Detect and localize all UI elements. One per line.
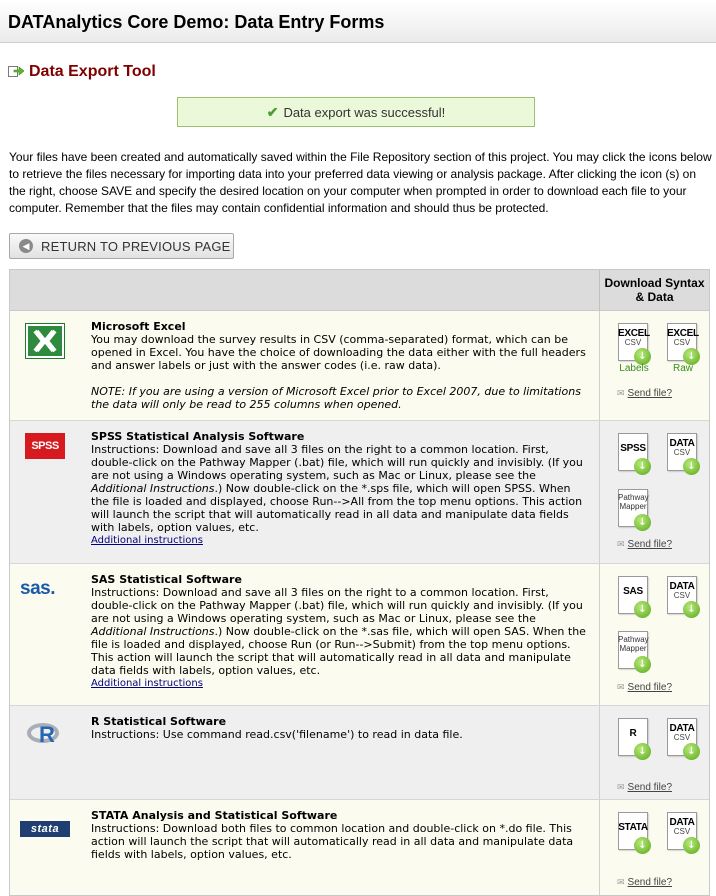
table-row-stata: stata STATA Analysis and Statistical Sof… — [10, 800, 709, 895]
success-message: ✔ Data export was successful! — [177, 97, 535, 127]
excel-logo-icon — [25, 323, 65, 359]
table-row-r: R R Statistical Software Instructions: U… — [10, 706, 709, 800]
send-file-label: Send file? — [627, 682, 673, 693]
file-icon-label: CSV — [673, 448, 691, 457]
download-arrow-icon: ↓ — [634, 458, 651, 475]
row-title: R Statistical Software — [91, 715, 227, 728]
file-icon-label: SAS — [623, 586, 643, 597]
row-description: Instructions: Download and save all 3 fi… — [91, 586, 591, 677]
page-title: DATAnalytics Core Demo: Data Entry Forms — [8, 12, 385, 32]
export-arrow-icon — [8, 66, 24, 77]
download-arrow-icon: ↓ — [634, 743, 651, 760]
download-header-label: Download Syntax & Data — [604, 276, 705, 304]
success-text: Data export was successful! — [283, 105, 446, 120]
back-arrow-icon: ◀ — [19, 239, 33, 253]
tool-title: Data Export Tool — [29, 63, 156, 80]
row-title: SPSS Statistical Analysis Software — [91, 430, 305, 443]
send-file-label: Send file? — [627, 539, 673, 550]
raw-caption: Raw — [672, 363, 693, 374]
table-row-sas: sas. SAS Statistical Software Instructio… — [10, 564, 709, 706]
export-table: Download Syntax & Data Microsoft Excel Y… — [9, 269, 710, 896]
sas-logo-icon: sas. — [20, 578, 55, 599]
download-excel-labels-icon[interactable]: EXCEL CSV ↓ — [618, 323, 651, 365]
description-fragment: Additional Instructions — [91, 625, 215, 638]
send-file-link[interactable]: ✉ Send file? — [617, 877, 672, 888]
send-file-link[interactable]: ✉ Send file? — [617, 682, 672, 693]
send-file-link[interactable]: ✉ Send file? — [617, 388, 672, 399]
header-bar: DATAnalytics Core Demo: Data Entry Forms — [0, 0, 716, 43]
file-icon-label: CSV — [673, 338, 691, 347]
envelope-icon: ✉ — [617, 682, 625, 692]
download-sas-syntax-icon[interactable]: SAS ↓ — [618, 576, 651, 618]
row-title: Microsoft Excel — [91, 320, 186, 333]
row-title: SAS Statistical Software — [91, 573, 242, 586]
file-icon-label: CSV — [673, 591, 691, 600]
send-file-link[interactable]: ✉ Send file? — [617, 782, 672, 793]
row-note: NOTE: If you are using a version of Micr… — [91, 385, 581, 411]
download-stata-syntax-icon[interactable]: STATA ↓ — [618, 812, 651, 854]
download-arrow-icon: ↓ — [683, 458, 700, 475]
download-sas-pathway-mapper-icon[interactable]: Pathway Mapper ↓ — [618, 631, 651, 673]
additional-instructions-link[interactable]: Additional instructions — [91, 535, 203, 546]
download-arrow-icon: ↓ — [683, 743, 700, 760]
send-file-label: Send file? — [627, 388, 673, 399]
download-arrow-icon: ↓ — [634, 837, 651, 854]
checkmark-icon: ✔ — [266, 104, 279, 120]
r-logo-icon: R — [25, 719, 65, 749]
envelope-icon: ✉ — [617, 877, 625, 887]
row-description: Instructions: Use command read.csv('file… — [91, 728, 463, 741]
file-icon-label: SPSS — [620, 443, 646, 454]
file-icon-label: Pathway Mapper — [618, 635, 649, 653]
download-arrow-icon: ↓ — [634, 601, 651, 618]
labels-caption: Labels — [619, 363, 649, 374]
file-icon-label: STATA — [618, 822, 648, 833]
send-file-link[interactable]: ✉ Send file? — [617, 539, 672, 550]
envelope-icon: ✉ — [617, 388, 625, 398]
table-row-excel: Microsoft Excel You may download the sur… — [10, 311, 709, 421]
send-file-label: Send file? — [627, 877, 673, 888]
envelope-icon: ✉ — [617, 539, 625, 549]
download-sas-data-icon[interactable]: DATA CSV ↓ — [667, 576, 700, 618]
intro-text: Your files have been created and automat… — [9, 150, 712, 215]
file-icon-label: CSV — [673, 827, 691, 836]
row-description: Instructions: Download both files to com… — [91, 822, 574, 861]
file-icon-label: CSV — [624, 338, 642, 347]
download-arrow-icon: ↓ — [683, 837, 700, 854]
download-r-data-icon[interactable]: DATA CSV ↓ — [667, 718, 700, 760]
return-to-previous-page-button[interactable]: ◀ RETURN TO PREVIOUS PAGE — [9, 233, 234, 259]
spss-logo-icon: SPSS — [25, 433, 65, 459]
additional-instructions-link[interactable]: Additional instructions — [91, 678, 203, 689]
download-arrow-icon: ↓ — [634, 656, 651, 673]
send-file-label: Send file? — [627, 782, 673, 793]
file-icon-label: CSV — [673, 733, 691, 742]
file-icon-label: Pathway Mapper — [618, 493, 649, 511]
row-title: STATA Analysis and Statistical Software — [91, 809, 338, 822]
download-excel-raw-icon[interactable]: EXCEL CSV ↓ — [667, 323, 700, 365]
return-button-label: RETURN TO PREVIOUS PAGE — [41, 239, 231, 254]
download-spss-data-icon[interactable]: DATA CSV ↓ — [667, 433, 700, 475]
description-fragment: Instructions: Download and save all 3 fi… — [91, 443, 583, 482]
download-arrow-icon: ↓ — [683, 601, 700, 618]
description-fragment: Additional Instructions — [91, 482, 215, 495]
file-icon-label: R — [629, 728, 637, 739]
stata-logo-icon: stata — [20, 821, 70, 837]
row-description: You may download the survey results in C… — [91, 333, 586, 372]
description-fragment: Instructions: Download and save all 3 fi… — [91, 586, 583, 625]
download-stata-data-icon[interactable]: DATA CSV ↓ — [667, 812, 700, 854]
download-spss-pathway-mapper-icon[interactable]: Pathway Mapper ↓ — [618, 489, 651, 531]
row-description: Instructions: Download and save all 3 fi… — [91, 443, 591, 534]
download-spss-syntax-icon[interactable]: SPSS ↓ — [618, 433, 651, 475]
download-arrow-icon: ↓ — [634, 514, 651, 531]
table-header: Download Syntax & Data — [10, 270, 709, 311]
download-column-header: Download Syntax & Data — [599, 270, 709, 310]
table-row-spss: SPSS SPSS Statistical Analysis Software … — [10, 421, 709, 564]
download-r-syntax-icon[interactable]: R ↓ — [618, 718, 651, 760]
envelope-icon: ✉ — [617, 782, 625, 792]
